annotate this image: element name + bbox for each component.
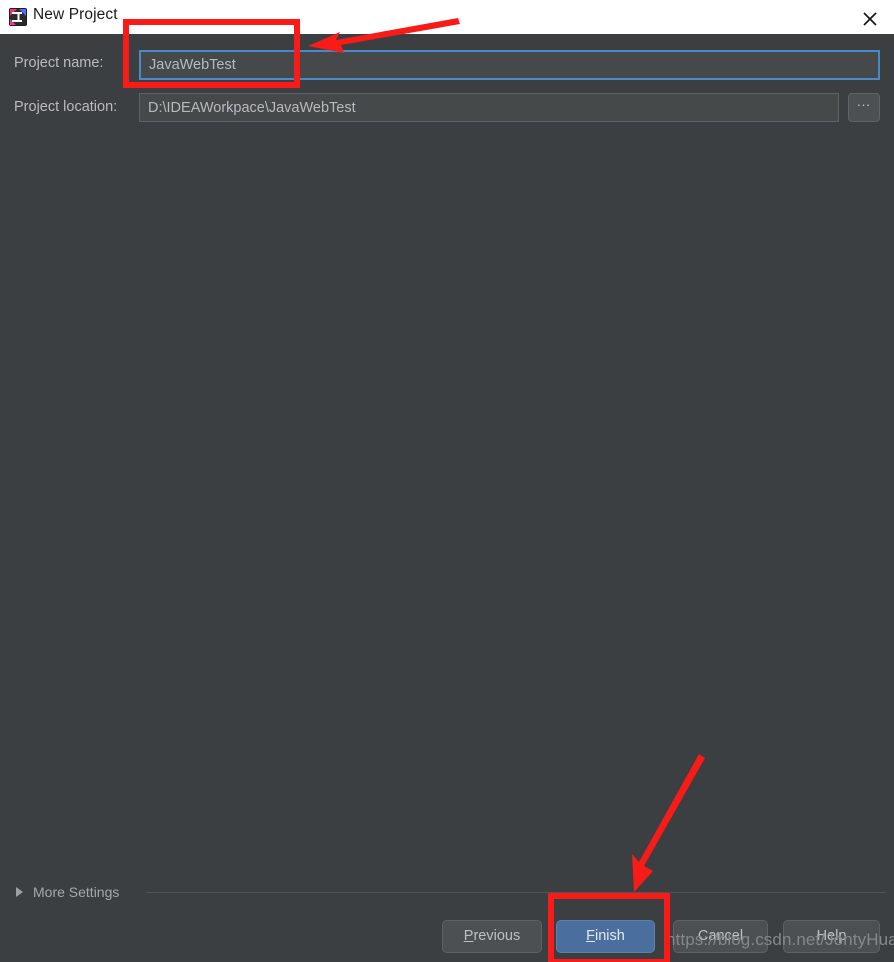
watermark-text: https://blog.csdn.net/JontyHua <box>666 930 894 949</box>
more-settings-expander[interactable]: More Settings <box>16 883 119 901</box>
project-location-label: Project location: <box>14 99 118 115</box>
browse-location-button[interactable]: ... <box>848 93 880 122</box>
chevron-right-icon <box>16 887 23 897</box>
close-icon[interactable] <box>846 0 894 34</box>
previous-button[interactable]: Previous <box>442 920 542 953</box>
annotation-arrow-bottom <box>632 754 705 892</box>
ellipsis-icon: ... <box>857 94 871 109</box>
title-bar: New Project <box>0 0 894 34</box>
project-name-label: Project name: <box>14 55 104 71</box>
intellij-idea-icon <box>9 8 27 26</box>
finish-button[interactable]: Finish <box>556 920 655 953</box>
new-project-dialog: New Project Project name: Project locati… <box>0 0 894 962</box>
project-name-input[interactable] <box>139 50 880 80</box>
window-title: New Project <box>33 6 118 23</box>
project-location-input[interactable] <box>139 93 839 122</box>
more-settings-separator <box>146 892 886 893</box>
more-settings-label: More Settings <box>33 884 120 900</box>
